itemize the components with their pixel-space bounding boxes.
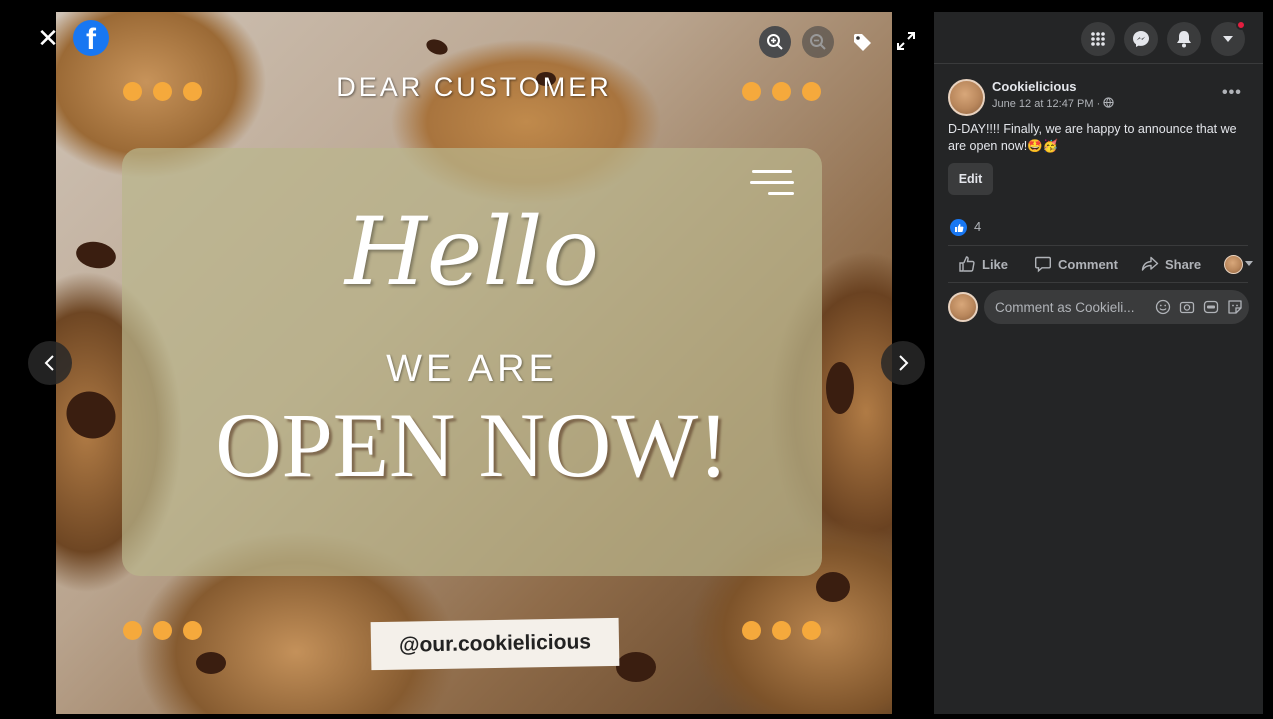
zoom-out-icon[interactable] — [802, 26, 834, 58]
comment-bubble-icon — [1035, 256, 1051, 273]
chocolate-chip — [57, 382, 125, 448]
announcement-card: Hello WE ARE OPEN NOW! — [122, 148, 822, 576]
fullscreen-icon[interactable] — [895, 30, 917, 52]
reaction-count[interactable]: 4 — [974, 219, 981, 234]
post-timestamp[interactable]: June 12 at 12:47 PM · — [992, 97, 1114, 110]
globe-icon — [1103, 97, 1114, 108]
like-button[interactable]: Like — [958, 252, 1008, 276]
commenter-avatar[interactable] — [948, 292, 978, 322]
share-arrow-icon — [1141, 256, 1159, 271]
chocolate-chip — [424, 36, 450, 58]
comment-input[interactable]: Comment as Cookieli... — [984, 290, 1249, 324]
like-reaction-icon[interactable] — [950, 219, 967, 236]
gif-icon[interactable] — [1201, 297, 1221, 317]
post-author[interactable]: Cookielicious — [992, 79, 1077, 94]
menu-grid-icon[interactable] — [1081, 22, 1115, 56]
edit-button[interactable]: Edit — [948, 163, 993, 195]
photo-viewer-window: DEAR CUSTOMER Hello WE ARE OPEN NOW! @ou… — [0, 0, 1273, 719]
tag-icon[interactable] — [846, 26, 878, 58]
chevron-down-icon — [1245, 261, 1253, 266]
decor-dots-bottom-left — [123, 621, 202, 640]
sticker-icon[interactable] — [1225, 297, 1245, 317]
notification-badge — [1236, 20, 1246, 30]
messenger-icon[interactable] — [1124, 22, 1158, 56]
emoji-icon[interactable] — [1153, 297, 1173, 317]
announcement-line-1: WE ARE — [386, 348, 558, 390]
announcement-line-2: OPEN NOW! — [215, 394, 729, 496]
post-as-avatar — [1224, 254, 1243, 274]
panel-topbar — [934, 12, 1263, 64]
comment-button[interactable]: Comment — [1034, 252, 1118, 276]
previous-icon[interactable] — [28, 341, 72, 385]
post-time-text[interactable]: June 12 at 12:47 PM · — [992, 98, 1103, 110]
notifications-icon[interactable] — [1167, 22, 1201, 56]
comment-placeholder: Comment as Cookieli... — [995, 299, 1135, 315]
instagram-handle-label: @our.cookielicious — [370, 617, 620, 671]
divider — [948, 245, 1248, 246]
facebook-logo-icon[interactable]: f — [73, 20, 109, 56]
comment-label: Comment — [1058, 256, 1118, 272]
post-as-selector[interactable] — [1224, 252, 1253, 276]
script-greeting: Hello — [344, 198, 600, 307]
account-caret-icon[interactable] — [1211, 20, 1246, 56]
post-details-panel: Cookielicious June 12 at 12:47 PM · ••• … — [934, 12, 1263, 714]
share-button[interactable]: Share — [1141, 252, 1201, 276]
page-avatar[interactable] — [948, 79, 985, 116]
post-text: D-DAY!!!! Finally, we are happy to annou… — [948, 122, 1237, 153]
photo-heading: DEAR CUSTOMER — [336, 72, 612, 102]
like-label: Like — [982, 256, 1009, 272]
share-label: Share — [1165, 256, 1202, 272]
chocolate-chip — [74, 238, 118, 272]
post-photo[interactable]: DEAR CUSTOMER Hello WE ARE OPEN NOW! @ou… — [56, 12, 892, 714]
chocolate-chip — [816, 572, 850, 602]
chocolate-chip — [616, 652, 656, 682]
chocolate-chip — [196, 652, 226, 674]
divider — [948, 282, 1248, 283]
zoom-in-icon[interactable] — [759, 26, 791, 58]
camera-icon[interactable] — [1177, 297, 1197, 317]
decor-dots-bottom-right — [742, 621, 821, 640]
more-options-icon[interactable]: ••• — [1222, 84, 1246, 104]
chocolate-chip — [826, 362, 854, 414]
close-icon[interactable]: ✕ — [36, 24, 60, 52]
next-icon[interactable] — [881, 341, 925, 385]
thumbs-up-icon — [959, 256, 975, 272]
